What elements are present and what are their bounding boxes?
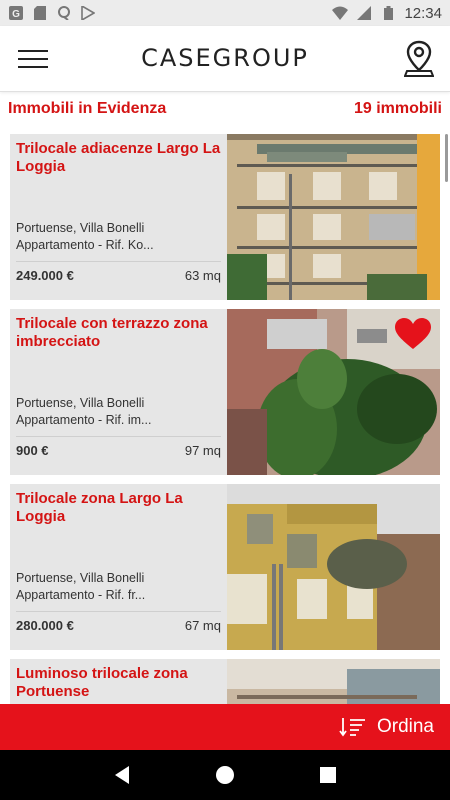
listing-info: Trilocale adiacenze Largo La Loggia Port… bbox=[10, 134, 227, 300]
listing-description: Appartamento - Rif. fr... bbox=[16, 588, 146, 602]
listing-size: 63 mq bbox=[184, 268, 221, 283]
listing-price: 900 € bbox=[16, 443, 49, 458]
listing-info: Luminoso trilocale zona Portuense bbox=[10, 659, 227, 704]
clock: 12:34 bbox=[404, 4, 442, 22]
recents-icon[interactable] bbox=[317, 764, 339, 786]
section-title: Immobili in Evidenza bbox=[8, 100, 167, 117]
sort-label: Ordina bbox=[376, 716, 434, 737]
listing-description: Appartamento - Rif. im... bbox=[16, 413, 152, 427]
listing-photo[interactable] bbox=[227, 134, 440, 300]
listing-location: Portuense, Villa Bonelli bbox=[16, 396, 145, 410]
divider bbox=[16, 261, 221, 262]
signal-icon bbox=[356, 6, 372, 20]
home-icon[interactable] bbox=[214, 764, 236, 786]
scrollbar[interactable] bbox=[445, 134, 448, 182]
section-header: Immobili in Evidenza 19 immobili bbox=[8, 100, 442, 118]
system-nav-bar bbox=[0, 750, 450, 800]
divider bbox=[16, 436, 221, 437]
wifi-icon bbox=[332, 6, 349, 20]
listing-card[interactable]: Trilocale adiacenze Largo La Loggia Port… bbox=[10, 134, 440, 300]
sort-button[interactable]: Ordina bbox=[0, 704, 450, 750]
map-pin-icon[interactable] bbox=[403, 40, 435, 78]
listing-location: Portuense, Villa Bonelli bbox=[16, 221, 145, 235]
listing-card[interactable]: Luminoso trilocale zona Portuense bbox=[10, 659, 440, 704]
sort-icon bbox=[339, 716, 367, 738]
listing-location: Portuense, Villa Bonelli bbox=[16, 571, 145, 585]
listing-title: Trilocale adiacenze Largo La Loggia bbox=[16, 140, 221, 175]
listing-title: Luminoso trilocale zona Portuense bbox=[16, 665, 188, 700]
listing-size: 97 mq bbox=[184, 443, 221, 458]
listing-description: Appartamento - Rif. Ko... bbox=[16, 238, 154, 252]
listing-photo[interactable] bbox=[227, 309, 440, 475]
svg-text:G: G bbox=[12, 9, 20, 20]
sd-card-icon bbox=[32, 6, 48, 20]
play-store-icon bbox=[80, 6, 96, 20]
listing-list[interactable]: Trilocale adiacenze Largo La Loggia Port… bbox=[10, 134, 440, 704]
google-icon: G bbox=[8, 6, 24, 20]
listing-count: 19 immobili bbox=[353, 100, 442, 117]
favorite-heart-icon[interactable] bbox=[394, 317, 432, 351]
status-bar: G 12:34 bbox=[0, 0, 450, 26]
divider bbox=[16, 611, 221, 612]
app-bar: CASEGROUP bbox=[0, 26, 450, 92]
listing-title: Trilocale zona Largo La Loggia bbox=[16, 490, 183, 525]
listing-info: Trilocale con terrazzo zona imbrecciato … bbox=[10, 309, 227, 475]
listing-price: 280.000 € bbox=[16, 618, 74, 633]
back-icon[interactable] bbox=[111, 764, 133, 786]
listing-info: Trilocale zona Largo La Loggia Portuense… bbox=[10, 484, 227, 650]
battery-icon bbox=[380, 6, 396, 20]
listing-photo[interactable] bbox=[227, 484, 440, 650]
listing-card[interactable]: Trilocale con terrazzo zona imbrecciato … bbox=[10, 309, 440, 475]
maps-icon bbox=[56, 6, 72, 20]
listing-price: 249.000 € bbox=[16, 268, 74, 283]
listing-photo[interactable] bbox=[227, 659, 440, 704]
listing-size: 67 mq bbox=[184, 618, 221, 633]
brand-logo: CASEGROUP bbox=[141, 44, 309, 72]
listing-title: Trilocale con terrazzo zona imbrecciato bbox=[16, 315, 208, 350]
listing-card[interactable]: Trilocale zona Largo La Loggia Portuense… bbox=[10, 484, 440, 650]
